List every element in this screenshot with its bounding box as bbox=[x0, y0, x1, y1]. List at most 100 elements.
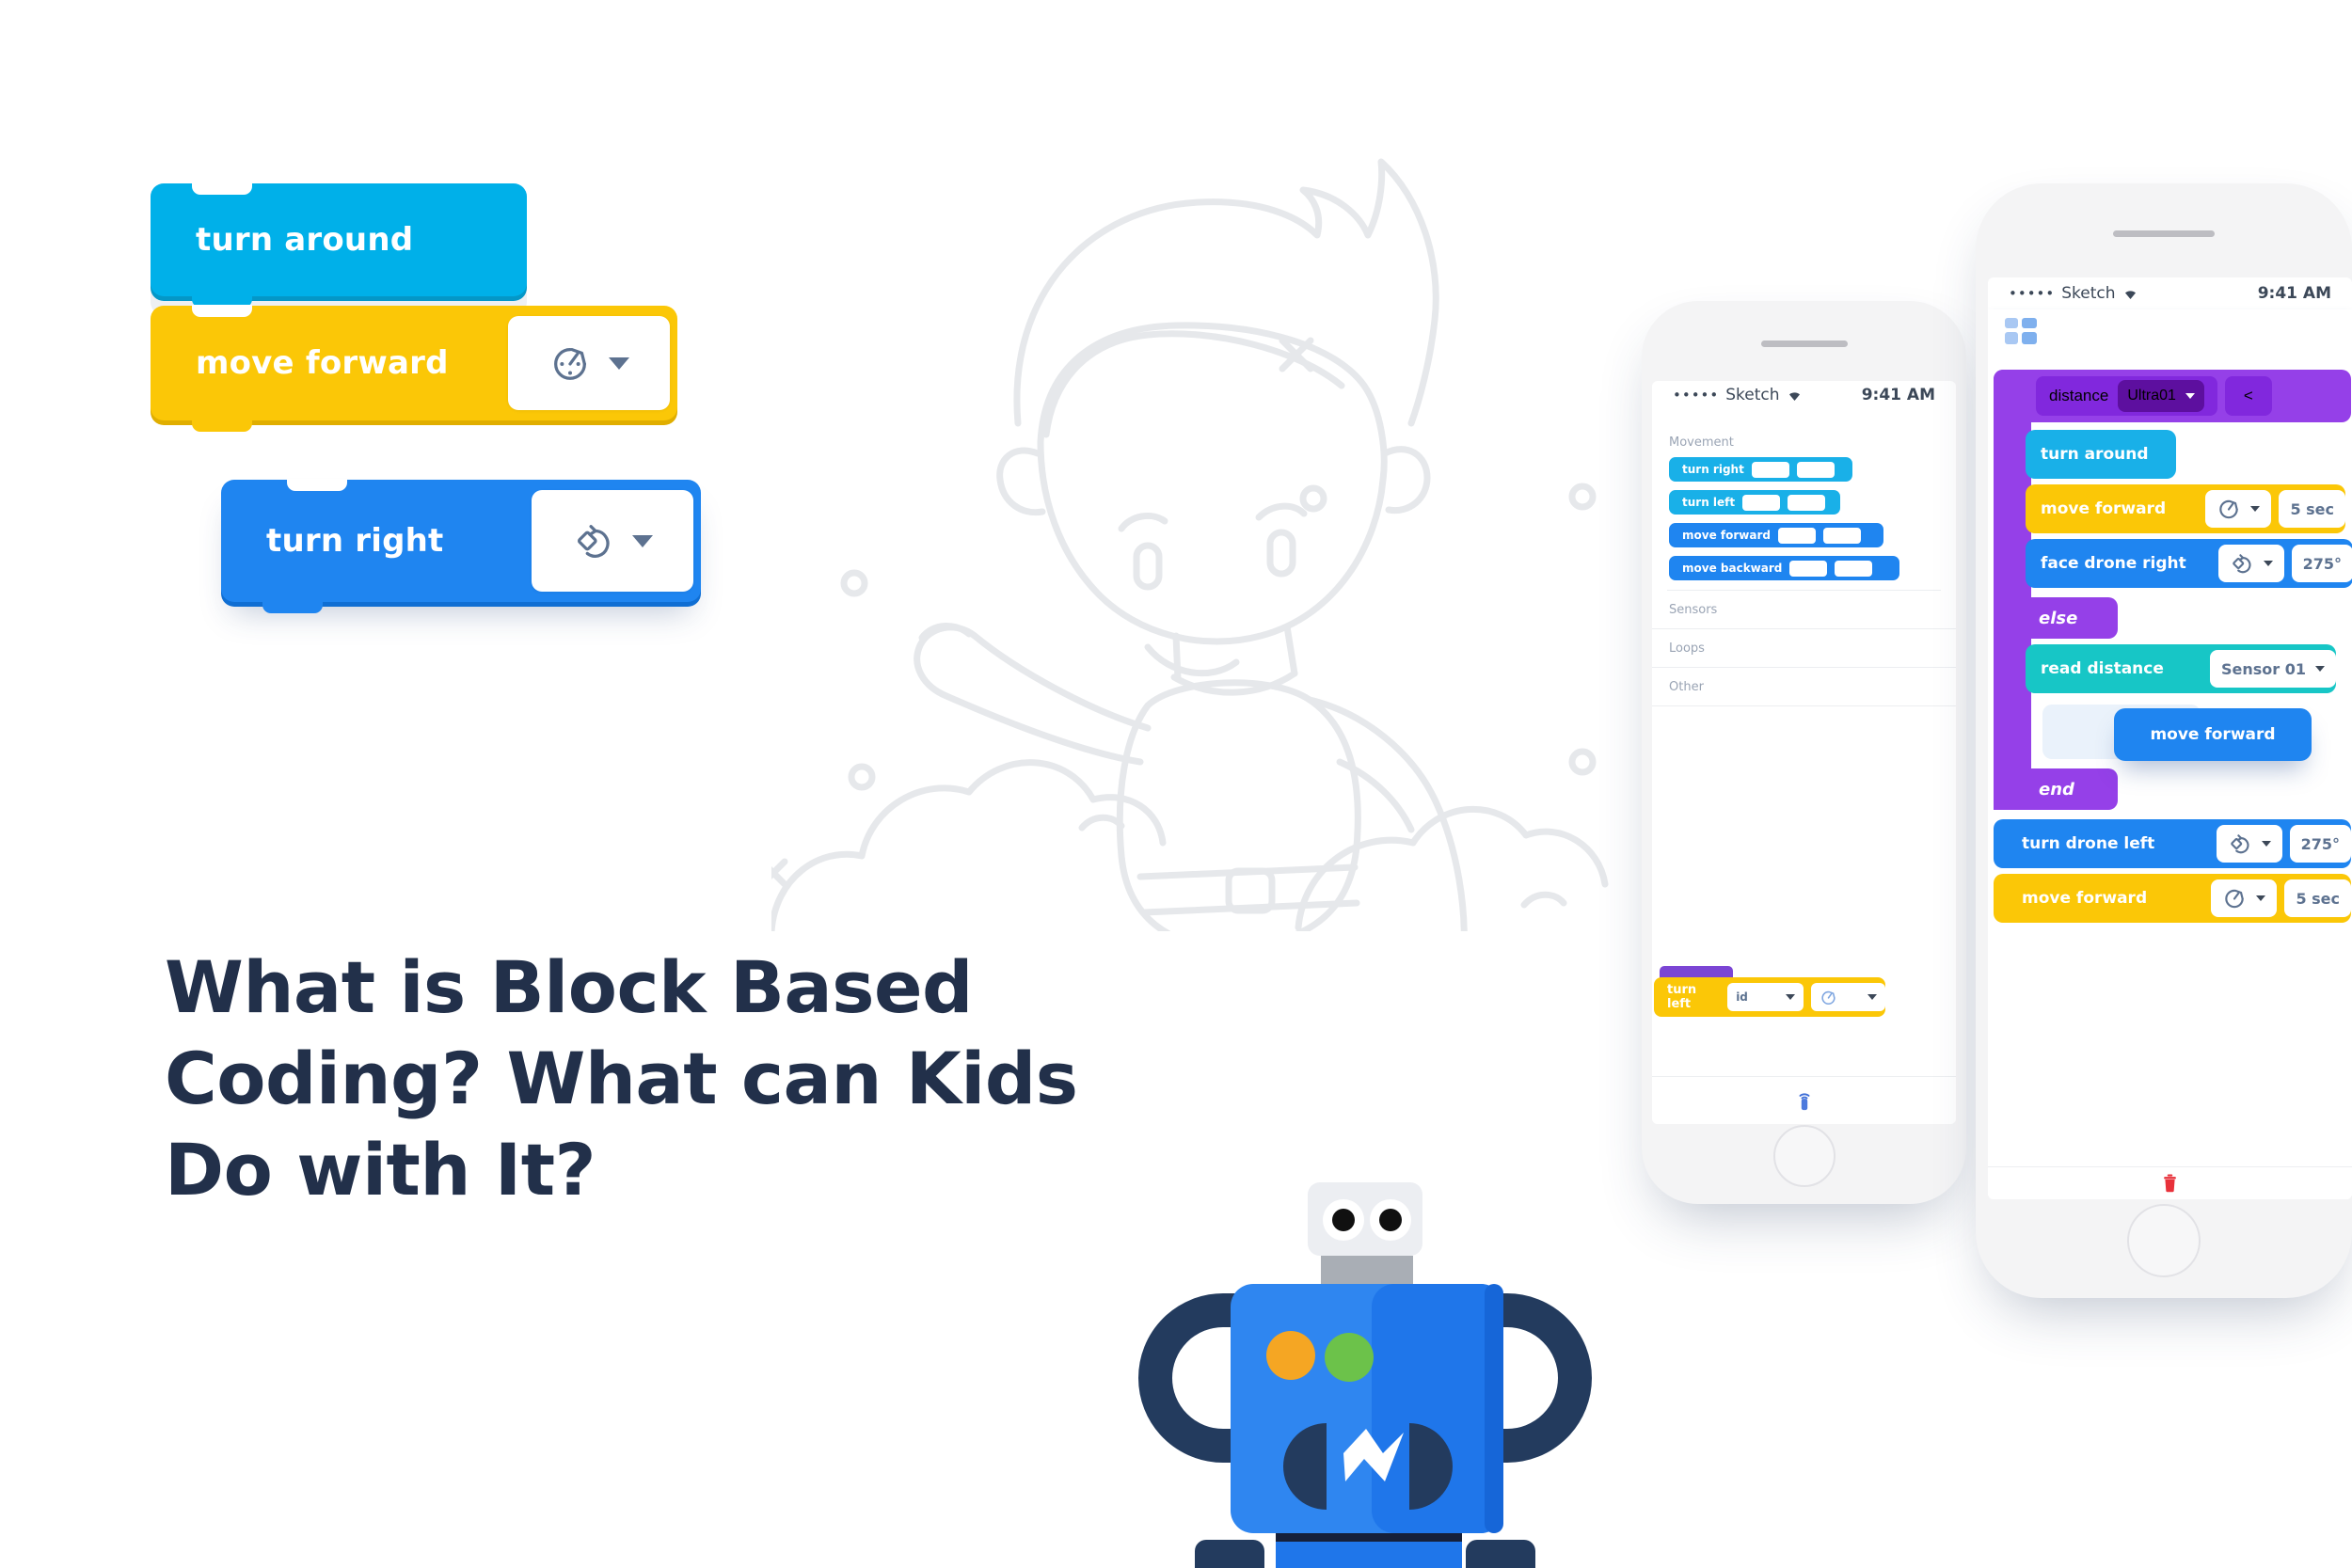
dragged-block-move-forward[interactable]: move forward bbox=[2114, 708, 2312, 761]
rotate-right-icon bbox=[577, 525, 610, 558]
page-canvas: turn around move forward turn right What… bbox=[0, 0, 2352, 1568]
block-tab bbox=[192, 420, 252, 432]
floating-timer-dropdown[interactable] bbox=[1811, 983, 1885, 1011]
chevron-down-icon bbox=[2263, 561, 2273, 566]
hero-block-label: turn right bbox=[266, 522, 444, 560]
stmt-face-drone-right[interactable]: face drone right 275° bbox=[2026, 539, 2352, 588]
phone-mockup-palette: ••••• Sketch 9:41 AM Movement turn right bbox=[1642, 301, 1966, 1204]
headline-line-2: Coding? What can Kids bbox=[165, 1037, 1078, 1121]
signal-dots-icon: ••••• bbox=[1673, 386, 1720, 404]
angle-field[interactable]: 275° bbox=[2291, 545, 2352, 582]
if-operator-pill[interactable]: < bbox=[2224, 376, 2272, 416]
stmt-label: move forward bbox=[2041, 499, 2167, 518]
palette-block-turn-right[interactable]: turn right bbox=[1669, 457, 1852, 482]
palette-block-turn-left[interactable]: turn left bbox=[1669, 490, 1840, 515]
sensor-value: Sensor 01 bbox=[2220, 659, 2306, 678]
if-function-label: distance bbox=[2049, 387, 2109, 404]
palette-category-label: Movement bbox=[1669, 436, 1734, 450]
if-header-row[interactable]: if distance Ultra01 < bbox=[1994, 370, 2351, 422]
phone-b-screen: ••••• Sketch 9:41 AM if bbox=[1988, 277, 2352, 1199]
palette-block-move-forward[interactable]: move forward bbox=[1669, 523, 1883, 547]
headline-line-1: What is Block Based bbox=[165, 944, 973, 1029]
stmt-read-distance[interactable]: read distance Sensor 01 bbox=[2026, 644, 2336, 693]
stmt-label: read distance bbox=[2041, 659, 2164, 678]
palette-block-move-backward[interactable]: move backward bbox=[1669, 556, 1899, 580]
phone-home-button[interactable] bbox=[2127, 1204, 2201, 1277]
palette-section-sensors[interactable]: Sensors bbox=[1652, 591, 1956, 629]
chevron-down-icon bbox=[1867, 994, 1877, 1000]
phone-home-button[interactable] bbox=[1772, 1125, 1836, 1187]
duration-field[interactable]: 5 sec bbox=[2284, 879, 2351, 917]
if-sensor-value: Ultra01 bbox=[2127, 388, 2176, 404]
if-sensor-dropdown[interactable]: Ultra01 bbox=[2118, 380, 2204, 412]
rotate-left-icon bbox=[2230, 834, 2249, 854]
chevron-down-icon bbox=[2185, 393, 2195, 399]
stmt-label: turn drone left bbox=[2022, 834, 2155, 853]
timer-icon bbox=[554, 347, 586, 380]
phone-speaker bbox=[1760, 341, 1848, 347]
rotate-right-icon bbox=[2232, 554, 2251, 574]
floating-id-value: id bbox=[1736, 990, 1748, 1004]
block-slot[interactable] bbox=[1822, 527, 1861, 544]
block-notch bbox=[192, 182, 252, 195]
palette-section-loops[interactable]: Loops bbox=[1652, 629, 1956, 668]
block-slot[interactable] bbox=[1777, 527, 1816, 544]
palette-block-label: turn right bbox=[1682, 463, 1744, 476]
stmt-move-forward[interactable]: move forward 5 sec bbox=[2026, 484, 2345, 533]
hero-block-stack: turn around move forward turn right bbox=[151, 182, 753, 673]
block-slot[interactable] bbox=[1796, 461, 1835, 478]
chevron-down-icon bbox=[2250, 506, 2261, 512]
stmt-move-forward-bottom[interactable]: move forward 5 sec bbox=[1994, 874, 2351, 923]
remote-control-icon[interactable] bbox=[1794, 1088, 1815, 1113]
program-trash-bar bbox=[1988, 1166, 2352, 1199]
if-function-pill[interactable]: distance Ultra01 bbox=[2036, 376, 2217, 416]
palette-block-label: turn left bbox=[1682, 496, 1736, 509]
hero-timer-dropdown[interactable] bbox=[508, 316, 670, 410]
block-notch bbox=[287, 479, 347, 491]
block-slot[interactable] bbox=[1788, 494, 1826, 511]
palette-block-label: move backward bbox=[1682, 562, 1783, 575]
palette-section-other[interactable]: Other bbox=[1652, 668, 1956, 706]
block-slot[interactable] bbox=[1789, 560, 1828, 577]
status-time: 9:41 AM bbox=[1861, 386, 1935, 404]
floating-block-area: turn left id bbox=[1652, 966, 1956, 1019]
hero-block-turn-right[interactable]: turn right bbox=[221, 479, 701, 613]
sensor-dropdown[interactable]: Sensor 01 bbox=[2209, 650, 2336, 688]
status-bar: ••••• Sketch 9:41 AM bbox=[1652, 381, 1956, 409]
floating-id-dropdown[interactable]: id bbox=[1727, 983, 1804, 1011]
stmt-label: face drone right bbox=[2041, 554, 2186, 573]
phone-a-tabbar bbox=[1652, 1076, 1956, 1124]
timer-icon bbox=[1821, 990, 1836, 1005]
block-slot[interactable] bbox=[1742, 494, 1781, 511]
rotate-dropdown[interactable] bbox=[2217, 545, 2284, 582]
trash-icon[interactable] bbox=[2162, 1174, 2178, 1193]
floating-block-turn-left[interactable]: turn left id bbox=[1654, 977, 1885, 1017]
carrier-label: Sketch bbox=[2061, 284, 2116, 303]
timer-dropdown[interactable] bbox=[2205, 490, 2272, 528]
carrier-label: Sketch bbox=[1725, 386, 1780, 404]
stmt-turn-around[interactable]: turn around bbox=[2026, 430, 2176, 479]
duration-field[interactable]: 5 sec bbox=[2279, 490, 2345, 528]
chevron-down-icon bbox=[2256, 895, 2266, 901]
rotate-dropdown[interactable] bbox=[2216, 825, 2282, 863]
block-slot[interactable] bbox=[1751, 461, 1789, 478]
dragged-block-label: move forward bbox=[2150, 725, 2276, 744]
hero-rotate-dropdown[interactable] bbox=[532, 490, 693, 592]
chevron-down-icon bbox=[1786, 994, 1796, 1000]
wifi-icon bbox=[1788, 391, 1800, 401]
block-tab bbox=[262, 601, 323, 613]
timer-dropdown[interactable] bbox=[2211, 879, 2278, 917]
angle-field[interactable]: 275° bbox=[2289, 825, 2351, 863]
palette-block-label: move forward bbox=[1682, 529, 1771, 542]
grid-icon[interactable] bbox=[2005, 318, 2037, 344]
stmt-label: turn around bbox=[2041, 445, 2149, 464]
hero-block-move-forward[interactable]: move forward bbox=[151, 305, 677, 432]
phone-a-screen: ••••• Sketch 9:41 AM Movement turn right bbox=[1652, 381, 1956, 1124]
block-slot[interactable] bbox=[1835, 560, 1873, 577]
hero-block-turn-around[interactable]: turn around bbox=[151, 182, 527, 308]
if-operator-value: < bbox=[2243, 387, 2253, 404]
stmt-turn-drone-left[interactable]: turn drone left 275° bbox=[1994, 819, 2351, 868]
floating-block-label: turn left bbox=[1667, 983, 1697, 1011]
hero-block-label: move forward bbox=[196, 344, 449, 382]
program-canvas[interactable]: if distance Ultra01 < bbox=[1988, 353, 2352, 1199]
